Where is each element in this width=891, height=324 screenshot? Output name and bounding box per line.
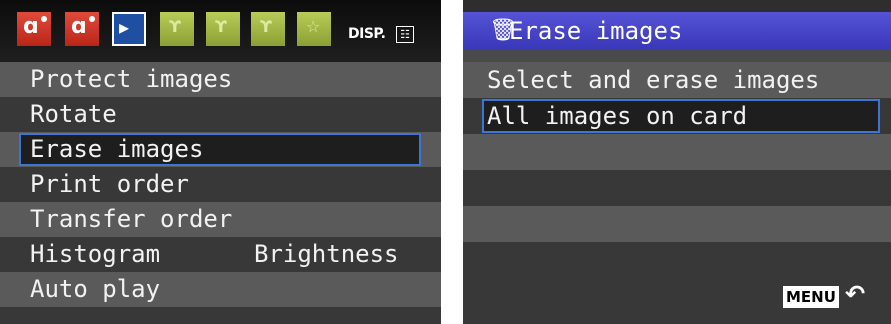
- menu-item-label: Transfer order: [30, 205, 233, 233]
- wrench-icon: ϒ: [169, 17, 181, 36]
- setup-menu-3-tab[interactable]: ϒ: [251, 12, 285, 46]
- camera-icon: ɑ: [71, 14, 87, 39]
- submenu-title: Erase images: [509, 17, 683, 45]
- menu-item-label: Rotate: [30, 100, 117, 128]
- menu-item-transfer-order[interactable]: Transfer order: [0, 202, 441, 237]
- grid-icon: ☷: [396, 26, 414, 43]
- menu-item-erase-images[interactable]: Erase images: [0, 132, 441, 167]
- menu-tab-bar: ɑ ɑ ▸ ϒ ϒ ϒ ☆ DISP. ☷: [0, 0, 441, 62]
- empty-row: [463, 242, 891, 324]
- empty-row: [463, 170, 891, 206]
- empty-row: [463, 134, 891, 170]
- menu-item-protect-images[interactable]: Protect images: [0, 62, 441, 97]
- disp-label: DISP.: [348, 26, 386, 42]
- option-label: Select and erase images: [487, 66, 820, 94]
- option-select-and-erase[interactable]: Select and erase images: [463, 62, 891, 98]
- menu-item-label: Erase images: [30, 135, 204, 163]
- menu-item-label: Auto play: [30, 275, 161, 303]
- option-label: All images on card: [487, 102, 748, 130]
- menu-bottom-strip: [0, 307, 441, 324]
- menu-item-label: Print order: [30, 170, 189, 198]
- menu-item-print-order[interactable]: Print order: [0, 167, 441, 202]
- playback-icon: ▸: [119, 15, 130, 39]
- wrench-icon: ϒ: [260, 17, 272, 36]
- setup-menu-1-tab[interactable]: ϒ: [160, 12, 194, 46]
- return-arrow-icon[interactable]: ↶: [845, 280, 865, 308]
- shooting-menu-2-tab[interactable]: ɑ: [65, 12, 99, 46]
- menu-item-value: Brightness: [254, 240, 399, 268]
- my-menu-tab[interactable]: ☆: [297, 12, 331, 46]
- menu-item-auto-play[interactable]: Auto play: [0, 272, 441, 307]
- menu-item-rotate[interactable]: Rotate: [0, 97, 441, 132]
- top-strip: [463, 0, 891, 12]
- menu-item-label: Protect images: [30, 65, 233, 93]
- submenu-title-bar: 🗑 Erase images: [463, 12, 891, 50]
- playback-menu-tab[interactable]: ▸: [112, 12, 146, 46]
- option-all-images-on-card[interactable]: All images on card: [463, 98, 891, 134]
- shooting-menu-1-tab[interactable]: ɑ: [17, 12, 51, 46]
- star-icon: ☆: [306, 17, 321, 36]
- camera-icon: ɑ: [23, 14, 39, 39]
- erase-images-screen: 🗑 Erase images Select and erase images A…: [463, 0, 891, 324]
- playback-menu-screen: ɑ ɑ ▸ ϒ ϒ ϒ ☆ DISP. ☷ Protect images Rot…: [0, 0, 441, 324]
- menu-item-label: Histogram: [30, 240, 161, 268]
- wrench-icon: ϒ: [215, 17, 227, 36]
- menu-button[interactable]: MENU: [783, 286, 839, 308]
- empty-row: [463, 206, 891, 242]
- setup-menu-2-tab[interactable]: ϒ: [206, 12, 240, 46]
- menu-item-histogram[interactable]: Histogram Brightness: [0, 237, 441, 272]
